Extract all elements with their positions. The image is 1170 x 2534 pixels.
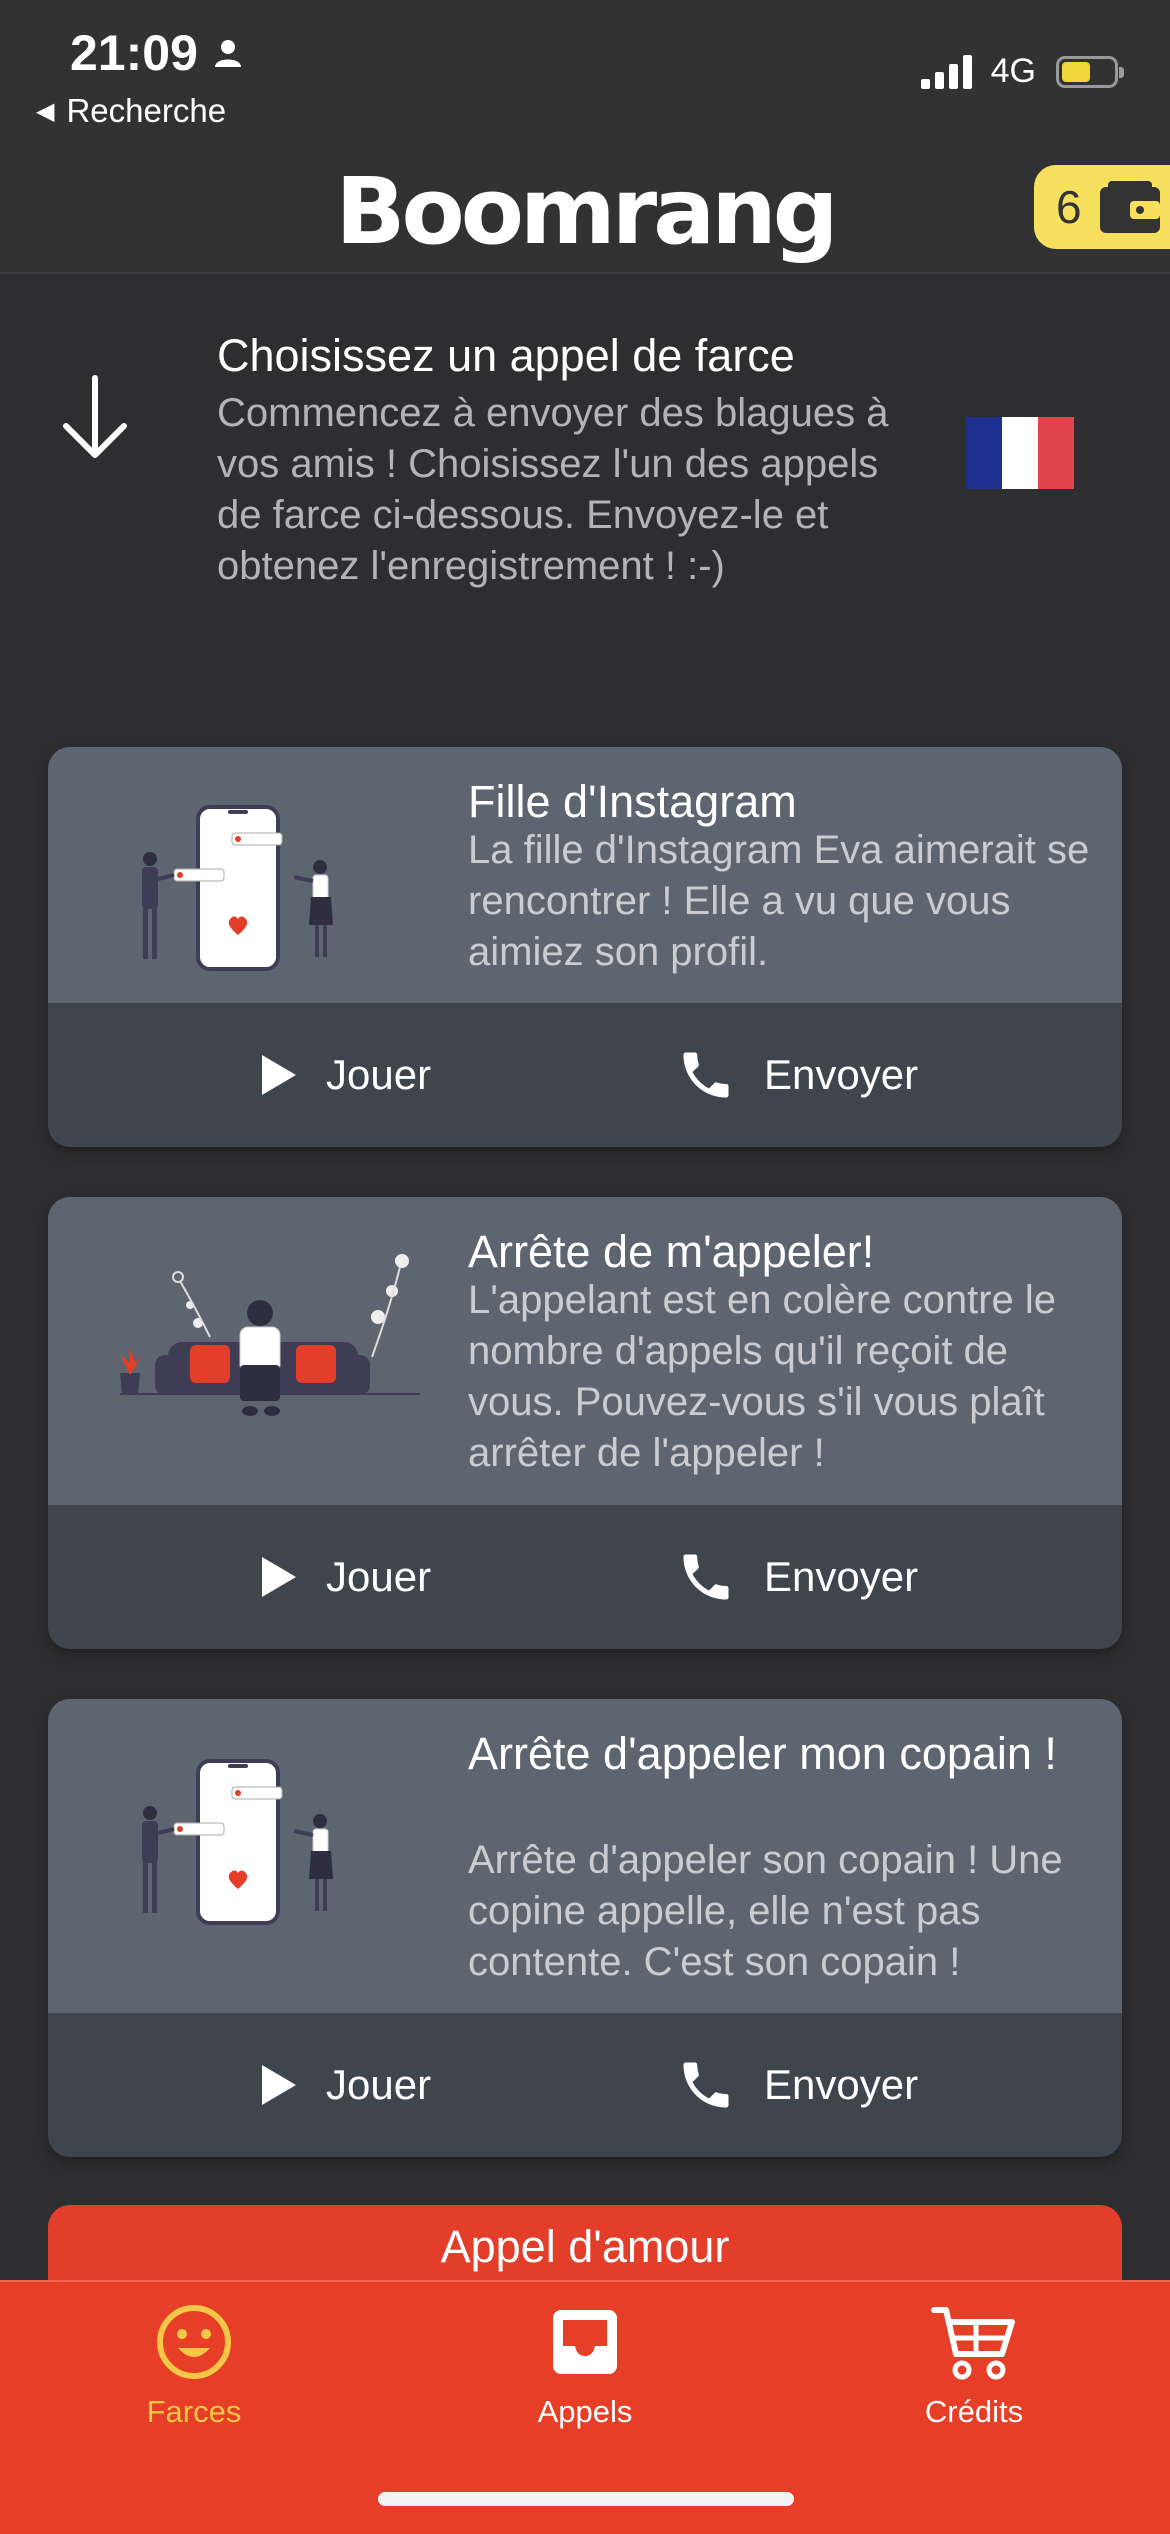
phone-couple-illustration [142, 1759, 333, 1925]
tab-credits[interactable]: Crédits [824, 2302, 1124, 2430]
card-description: L'appelant est en colère contre le nombr… [468, 1278, 1057, 1475]
inbox-icon [553, 2310, 617, 2374]
wallet-icon [1099, 181, 1160, 233]
card-description: La fille d'Instagram Eva aimerait se ren… [468, 828, 1090, 974]
status-time-text: 21:09 [70, 25, 198, 81]
phone-couple-illustration [142, 805, 333, 971]
phone-icon [683, 2062, 729, 2107]
prank-card-stop-calling: Arrête de m'appeler! L'appelant est en c… [48, 1197, 1122, 1649]
language-flag-france[interactable] [966, 417, 1074, 489]
back-to-search-link[interactable]: ◀ Recherche [36, 92, 226, 130]
phone-icon [683, 1554, 729, 1599]
play-icon [262, 1054, 296, 1095]
card-title: Appel d'amour [440, 2221, 730, 2272]
card-title: Fille d'Instagram [468, 776, 797, 827]
play-icon [262, 2064, 296, 2105]
credits-badge[interactable]: 6 [1034, 165, 1170, 249]
play-button[interactable]: Jouer [260, 2012, 431, 2157]
home-indicator[interactable] [378, 2492, 794, 2506]
tab-label: Crédits [924, 2394, 1024, 2429]
person-icon [214, 40, 241, 67]
credits-count: 6 [1056, 181, 1082, 233]
tab-appels[interactable]: Appels [435, 2302, 735, 2430]
play-label: Jouer [326, 1050, 432, 1098]
battery-icon [1056, 55, 1124, 88]
send-label: Envoyer [764, 1552, 919, 1600]
send-button[interactable]: Envoyer [676, 1002, 918, 1147]
prank-card-boyfriend: Arrête d'appeler mon copain ! Arrête d'a… [48, 1699, 1122, 2157]
play-label: Jouer [326, 2060, 432, 2108]
send-button[interactable]: Envoyer [676, 1504, 918, 1649]
intro-section: Choisissez un appel de farce Commencez à… [0, 330, 1170, 650]
card-title: Arrête d'appeler mon copain ! [468, 1728, 1057, 1779]
couch-person-illustration [120, 1254, 420, 1416]
card-info[interactable]: Fille d'Instagram La fille d'Instagram E… [48, 747, 1122, 1003]
play-label: Jouer [326, 1552, 432, 1600]
app-logo: Boomrang [335, 158, 838, 265]
send-label: Envoyer [764, 1050, 919, 1098]
intro-text: Commencez à envoyer des blagues à vos am… [217, 391, 889, 588]
play-button[interactable]: Jouer [260, 1504, 431, 1649]
prank-card-instagram: Fille d'Instagram La fille d'Instagram E… [48, 747, 1122, 1147]
card-description: Arrête d'appeler son copain ! Une copine… [468, 1838, 1063, 1984]
status-indicators: 4G [920, 52, 1124, 91]
intro-title: Choisissez un appel de farce [217, 330, 795, 381]
play-icon [262, 1556, 296, 1597]
cart-icon [931, 2307, 1015, 2380]
card-actions: Jouer Envoyer [48, 2012, 1122, 2157]
network-type: 4G [990, 52, 1036, 90]
tab-label: Farces [146, 2394, 242, 2429]
phone-icon [683, 1052, 729, 1097]
card-info[interactable]: Arrête de m'appeler! L'appelant est en c… [48, 1197, 1122, 1505]
tab-label: Appels [537, 2394, 633, 2429]
battery-level [1062, 61, 1090, 82]
back-triangle-icon: ◀ [36, 97, 55, 125]
card-title: Arrête de m'appeler! [468, 1226, 875, 1277]
card-info[interactable]: Arrête d'appeler mon copain ! Arrête d'a… [48, 1699, 1122, 2013]
card-actions: Jouer Envoyer [48, 1504, 1122, 1649]
send-label: Envoyer [764, 2060, 919, 2108]
back-label: Recherche [66, 92, 227, 129]
status-time: 21:09 [70, 24, 244, 82]
card-actions: Jouer Envoyer [48, 1002, 1122, 1147]
send-button[interactable]: Envoyer [676, 2012, 918, 2157]
arrow-down-icon [63, 375, 127, 458]
status-bar: 21:09 ◀ Recherche 4G [0, 0, 1170, 150]
play-button[interactable]: Jouer [260, 1002, 431, 1147]
app-header: Boomrang 6 [0, 150, 1170, 274]
tab-farces[interactable]: Farces [44, 2302, 344, 2430]
signal-icon [920, 54, 972, 89]
smiley-icon [157, 2305, 231, 2379]
